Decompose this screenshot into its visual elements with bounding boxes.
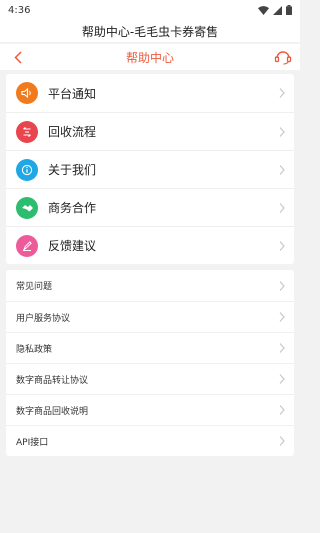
app-title: 帮助中心-毛毛虫卡券寄售 (81, 24, 219, 39)
chevron-left-icon (14, 50, 22, 64)
menu-item-about-us[interactable]: 关于我们 (6, 150, 294, 188)
menu-item-recycle-explanation[interactable]: 数字商品回收说明 (6, 394, 294, 425)
menu-item-recycle-process[interactable]: 回收流程 (6, 112, 294, 150)
menu-item-label: 商务合作 (48, 201, 97, 215)
handshake-icon (16, 196, 38, 219)
menu-item-platform-notice[interactable]: 平台通知 (6, 74, 294, 112)
menu-item-faq[interactable]: 常见问题 (6, 270, 294, 301)
menu-item-business-cooperation[interactable]: 商务合作 (6, 188, 294, 226)
chevron-right-icon (279, 405, 285, 415)
nav-bar: 帮助中心 (0, 44, 300, 70)
chevron-right-icon (279, 164, 285, 175)
back-button[interactable] (8, 47, 28, 67)
chevron-right-icon (279, 280, 285, 291)
battery-icon (286, 5, 292, 15)
process-icon (16, 120, 38, 143)
chevron-right-icon (279, 88, 285, 98)
menu-item-user-agreement[interactable]: 用户服务协议 (6, 301, 294, 332)
status-time: 4:36 (8, 4, 31, 16)
app-title-bar: 帮助中心-毛毛虫卡券寄售 (0, 20, 300, 42)
menu-item-label: 回收流程 (48, 125, 97, 139)
menu-item-label: 数字商品回收说明 (16, 406, 89, 417)
menu-item-privacy-policy[interactable]: 隐私政策 (6, 332, 294, 363)
menu-item-label: 隐私政策 (16, 344, 53, 355)
menu-item-label: 数字商品转让协议 (16, 375, 89, 386)
status-bar: 4:36 (0, 0, 300, 20)
menu-item-label: 平台通知 (48, 86, 97, 101)
feedback-icon (16, 234, 38, 257)
chevron-right-icon (279, 126, 285, 137)
speaker-icon (16, 82, 38, 104)
customer-service-icon (274, 51, 292, 65)
menu-item-label: 常见问题 (16, 282, 53, 292)
chevron-right-icon (279, 374, 285, 384)
secondary-menu: 常见问题 用户服务协议 隐私政策 数字商品转让协议 数字商品回收说明 API接口 (6, 270, 294, 456)
menu-item-label: 反馈建议 (48, 239, 97, 253)
chevron-right-icon (279, 240, 285, 251)
chevron-right-icon (279, 436, 285, 446)
page-title: 帮助中心 (125, 50, 174, 65)
menu-item-feedback[interactable]: 反馈建议 (6, 226, 294, 264)
customer-service-button[interactable] (272, 47, 294, 67)
menu-item-transfer-agreement[interactable]: 数字商品转让协议 (6, 363, 294, 394)
menu-item-label: API接口 (16, 437, 49, 448)
chevron-right-icon (279, 343, 285, 353)
chevron-right-icon (279, 202, 285, 213)
menu-item-api[interactable]: API接口 (6, 425, 294, 456)
primary-menu: 平台通知 回收流程 关于我们 商务合作 反馈建议 (6, 74, 294, 264)
status-icons (258, 5, 292, 15)
menu-item-label: 用户服务协议 (16, 313, 71, 324)
signal-icon (273, 5, 282, 15)
menu-item-label: 关于我们 (48, 163, 97, 177)
info-icon (16, 158, 38, 181)
chevron-right-icon (279, 312, 285, 322)
wifi-icon (258, 5, 269, 15)
